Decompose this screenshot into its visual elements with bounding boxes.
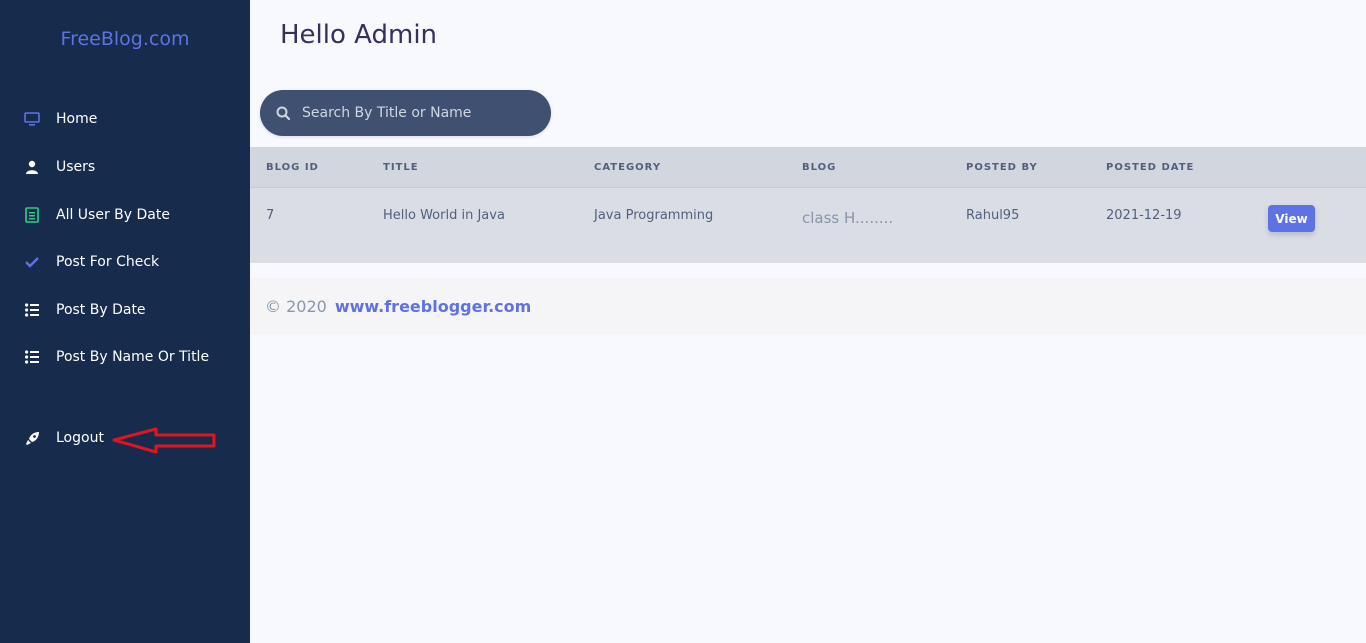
cell-category: Java Programming [594, 208, 714, 223]
view-button[interactable]: View [1268, 205, 1315, 232]
search-input[interactable] [302, 105, 542, 121]
column-header-posted-date: Posted Date [1106, 162, 1195, 173]
table-row: 7 Hello World in Java Java Programming c… [250, 188, 1366, 263]
sidebar-item-label: Post For Check [56, 254, 160, 270]
calendar-icon [24, 207, 40, 223]
sidebar-item-label: All User By Date [56, 207, 170, 223]
brand-logo[interactable]: FreeBlog.com [0, 28, 250, 50]
sidebar: FreeBlog.com Home Users All User By Date… [0, 0, 250, 643]
footer: © 2020 www.freeblogger.com [250, 278, 1366, 335]
monitor-icon [24, 111, 40, 127]
column-header-blog: Blog [802, 162, 837, 173]
main-content: Hello Admin Blog ID Title Category Blog … [250, 0, 1366, 643]
cell-blog-id: 7 [266, 208, 275, 223]
cell-posted-by: Rahul95 [966, 208, 1020, 223]
annotation-arrow-icon [112, 427, 216, 454]
cell-posted-date: 2021-12-19 [1106, 208, 1182, 223]
cell-title: Hello World in Java [383, 208, 505, 223]
sidebar-item-label: Post By Name Or Title [56, 349, 210, 365]
sidebar-item-label: Logout [56, 430, 104, 446]
sidebar-item-label: Users [56, 159, 96, 175]
sidebar-item-all-user-by-date[interactable]: All User By Date [24, 203, 234, 227]
sidebar-item-post-by-date[interactable]: Post By Date [24, 298, 234, 322]
cell-blog: class H........ [802, 209, 894, 227]
column-header-blog-id: Blog ID [266, 162, 319, 173]
sidebar-item-post-for-check[interactable]: Post For Check [24, 250, 234, 274]
footer-link[interactable]: www.freeblogger.com [335, 297, 531, 316]
column-header-posted-by: Posted By [966, 162, 1038, 173]
search-bar[interactable] [260, 90, 551, 136]
page-title: Hello Admin [280, 20, 438, 50]
table-header: Blog ID Title Category Blog Posted By Po… [250, 147, 1366, 188]
column-header-category: Category [594, 162, 662, 173]
search-icon [276, 106, 290, 120]
list-icon [24, 349, 40, 365]
sidebar-item-post-by-name-or-title[interactable]: Post By Name Or Title [24, 345, 234, 369]
check-icon [24, 254, 40, 270]
sidebar-item-label: Home [56, 111, 98, 127]
list-icon [24, 302, 40, 318]
sidebar-item-home[interactable]: Home [24, 107, 234, 131]
footer-copyright: © 2020 [265, 297, 327, 316]
user-icon [24, 159, 40, 175]
column-header-title: Title [383, 162, 419, 173]
rocket-icon [24, 430, 40, 446]
blog-table: Blog ID Title Category Blog Posted By Po… [250, 147, 1366, 263]
sidebar-item-label: Post By Date [56, 302, 146, 318]
sidebar-item-users[interactable]: Users [24, 155, 234, 179]
